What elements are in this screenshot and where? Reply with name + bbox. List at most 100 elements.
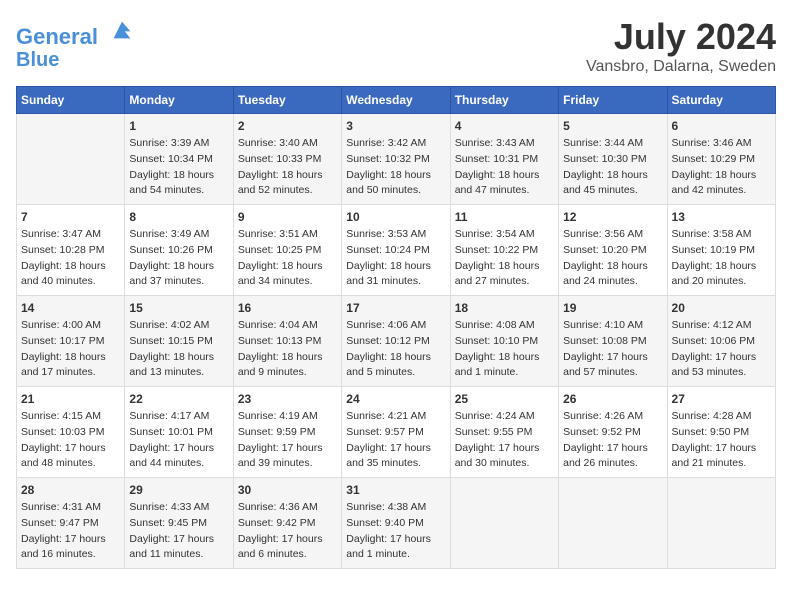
day-detail: Sunrise: 3:43 AM Sunset: 10:31 PM Daylig… [455,136,554,199]
calendar-header-row: SundayMondayTuesdayWednesdayThursdayFrid… [17,87,776,114]
page-header: General Blue July 2024 Vansbro, Dalarna,… [16,16,776,76]
day-detail: Sunrise: 4:26 AM Sunset: 9:52 PM Dayligh… [563,409,662,472]
day-detail: Sunrise: 3:56 AM Sunset: 10:20 PM Daylig… [563,227,662,290]
day-detail: Sunrise: 3:49 AM Sunset: 10:26 PM Daylig… [129,227,228,290]
day-detail: Sunrise: 4:33 AM Sunset: 9:45 PM Dayligh… [129,500,228,563]
day-detail: Sunrise: 3:58 AM Sunset: 10:19 PM Daylig… [672,227,771,290]
calendar-table: SundayMondayTuesdayWednesdayThursdayFrid… [16,86,776,569]
day-detail: Sunrise: 4:00 AM Sunset: 10:17 PM Daylig… [21,318,120,381]
day-detail: Sunrise: 3:40 AM Sunset: 10:33 PM Daylig… [238,136,337,199]
day-number: 21 [21,392,120,406]
day-number: 30 [238,483,337,497]
day-number: 12 [563,210,662,224]
calendar-cell: 9Sunrise: 3:51 AM Sunset: 10:25 PM Dayli… [233,205,341,296]
day-number: 28 [21,483,120,497]
calendar-cell: 28 Sunrise: 4:31 AM Sunset: 9:47 PM Dayli… [17,478,125,569]
day-detail: Sunrise: 3:42 AM Sunset: 10:32 PM Daylig… [346,136,445,199]
calendar-cell: 4Sunrise: 3:43 AM Sunset: 10:31 PM Dayli… [450,114,558,205]
day-number: 5 [563,119,662,133]
day-number: 7 [21,210,120,224]
day-number: 3 [346,119,445,133]
header-thursday: Thursday [450,87,558,114]
day-number: 19 [563,301,662,315]
day-number: 17 [346,301,445,315]
header-tuesday: Tuesday [233,87,341,114]
week-row-4: 28 Sunrise: 4:31 AM Sunset: 9:47 PM Dayli… [17,478,776,569]
day-detail: Sunrise: 4:02 AM Sunset: 10:15 PM Daylig… [129,318,228,381]
day-detail: Sunrise: 4:21 AM Sunset: 9:57 PM Dayligh… [346,409,445,472]
calendar-cell [559,478,667,569]
calendar-cell: 31 Sunrise: 4:38 AM Sunset: 9:40 PM Dayli… [342,478,450,569]
calendar-cell [667,478,775,569]
day-detail: Sunrise: 4:10 AM Sunset: 10:08 PM Daylig… [563,318,662,381]
calendar-cell: 8 Sunrise: 3:49 AM Sunset: 10:26 PM Dayli… [125,205,233,296]
calendar-cell: 3 Sunrise: 3:42 AM Sunset: 10:32 PM Dayli… [342,114,450,205]
day-number: 24 [346,392,445,406]
calendar-cell: 13 Sunrise: 3:58 AM Sunset: 10:19 PM Dayl… [667,205,775,296]
calendar-cell: 30 Sunrise: 4:36 AM Sunset: 9:42 PM Dayli… [233,478,341,569]
calendar-cell: 24 Sunrise: 4:21 AM Sunset: 9:57 PM Dayli… [342,387,450,478]
day-detail: Sunrise: 4:24 AM Sunset: 9:55 PM Dayligh… [455,409,554,472]
logo: General Blue [16,16,136,71]
day-number: 27 [672,392,771,406]
day-detail: Sunrise: 4:04 AM Sunset: 10:13 PM Daylig… [238,318,337,381]
location: Vansbro, Dalarna, Sweden [586,58,776,76]
calendar-cell: 16Sunrise: 4:04 AM Sunset: 10:13 PM Dayl… [233,296,341,387]
day-detail: Sunrise: 4:28 AM Sunset: 9:50 PM Dayligh… [672,409,771,472]
day-number: 20 [672,301,771,315]
title-block: July 2024 Vansbro, Dalarna, Sweden [586,16,776,76]
calendar-cell: 7 Sunrise: 3:47 AM Sunset: 10:28 PM Dayli… [17,205,125,296]
day-detail: Sunrise: 4:06 AM Sunset: 10:12 PM Daylig… [346,318,445,381]
day-detail: Sunrise: 4:36 AM Sunset: 9:42 PM Dayligh… [238,500,337,563]
calendar-cell [17,114,125,205]
calendar-cell: 19 Sunrise: 4:10 AM Sunset: 10:08 PM Dayl… [559,296,667,387]
calendar-cell: 22 Sunrise: 4:17 AM Sunset: 10:01 PM Dayl… [125,387,233,478]
day-number: 31 [346,483,445,497]
calendar-cell: 21Sunrise: 4:15 AM Sunset: 10:03 PM Dayl… [17,387,125,478]
day-detail: Sunrise: 4:17 AM Sunset: 10:01 PM Daylig… [129,409,228,472]
day-detail: Sunrise: 3:47 AM Sunset: 10:28 PM Daylig… [21,227,120,290]
calendar-cell: 26 Sunrise: 4:26 AM Sunset: 9:52 PM Dayli… [559,387,667,478]
day-number: 22 [129,392,228,406]
calendar-cell: 15 Sunrise: 4:02 AM Sunset: 10:15 PM Dayl… [125,296,233,387]
header-friday: Friday [559,87,667,114]
week-row-3: 21Sunrise: 4:15 AM Sunset: 10:03 PM Dayl… [17,387,776,478]
day-number: 8 [129,210,228,224]
week-row-0: 1 Sunrise: 3:39 AM Sunset: 10:34 PM Dayli… [17,114,776,205]
logo-blue-text: Blue [16,49,136,71]
day-detail: Sunrise: 4:12 AM Sunset: 10:06 PM Daylig… [672,318,771,381]
day-detail: Sunrise: 3:39 AM Sunset: 10:34 PM Daylig… [129,136,228,199]
week-row-2: 14 Sunrise: 4:00 AM Sunset: 10:17 PM Dayl… [17,296,776,387]
day-number: 23 [238,392,337,406]
calendar-cell: 6Sunrise: 3:46 AM Sunset: 10:29 PM Dayli… [667,114,775,205]
day-detail: Sunrise: 4:31 AM Sunset: 9:47 PM Dayligh… [21,500,120,563]
calendar-cell: 12 Sunrise: 3:56 AM Sunset: 10:20 PM Dayl… [559,205,667,296]
day-number: 14 [21,301,120,315]
header-wednesday: Wednesday [342,87,450,114]
month-title: July 2024 [586,16,776,58]
week-row-1: 7 Sunrise: 3:47 AM Sunset: 10:28 PM Dayli… [17,205,776,296]
day-number: 2 [238,119,337,133]
day-detail: Sunrise: 4:19 AM Sunset: 9:59 PM Dayligh… [238,409,337,472]
day-number: 26 [563,392,662,406]
day-detail: Sunrise: 3:44 AM Sunset: 10:30 PM Daylig… [563,136,662,199]
header-saturday: Saturday [667,87,775,114]
day-detail: Sunrise: 4:38 AM Sunset: 9:40 PM Dayligh… [346,500,445,563]
calendar-cell: 18Sunrise: 4:08 AM Sunset: 10:10 PM Dayl… [450,296,558,387]
calendar-cell [450,478,558,569]
day-number: 1 [129,119,228,133]
calendar-cell: 2 Sunrise: 3:40 AM Sunset: 10:33 PM Dayli… [233,114,341,205]
calendar-cell: 27 Sunrise: 4:28 AM Sunset: 9:50 PM Dayli… [667,387,775,478]
calendar-cell: 10Sunrise: 3:53 AM Sunset: 10:24 PM Dayl… [342,205,450,296]
day-number: 29 [129,483,228,497]
day-detail: Sunrise: 3:54 AM Sunset: 10:22 PM Daylig… [455,227,554,290]
day-number: 11 [455,210,554,224]
day-number: 15 [129,301,228,315]
header-monday: Monday [125,87,233,114]
day-number: 13 [672,210,771,224]
calendar-cell: 5 Sunrise: 3:44 AM Sunset: 10:30 PM Dayli… [559,114,667,205]
day-number: 10 [346,210,445,224]
day-detail: Sunrise: 4:08 AM Sunset: 10:10 PM Daylig… [455,318,554,381]
day-detail: Sunrise: 3:46 AM Sunset: 10:29 PM Daylig… [672,136,771,199]
header-sunday: Sunday [17,87,125,114]
